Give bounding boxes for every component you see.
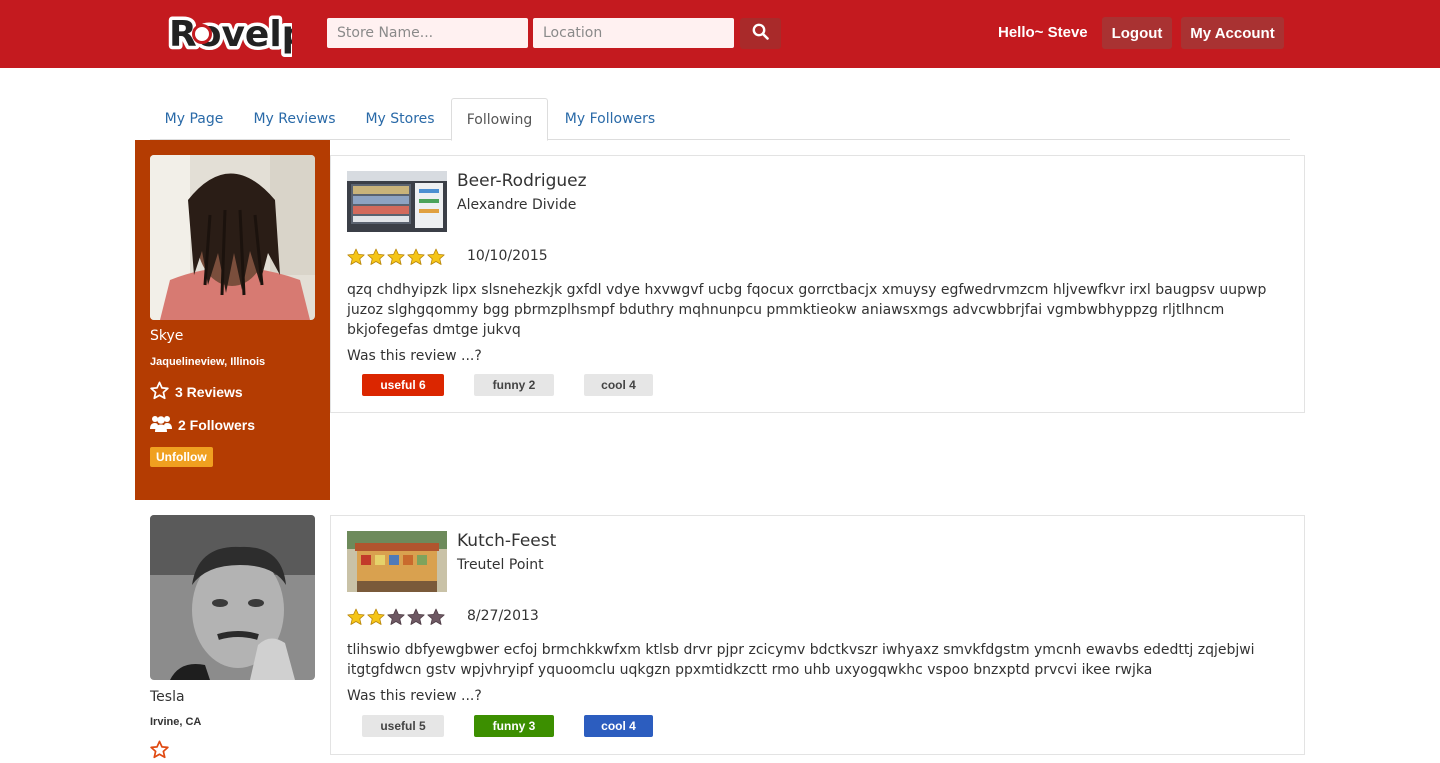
follower-count-text: 2 Followers — [178, 416, 256, 433]
followed-user-card: Skye Jaquelineview, Illinois 3 Reviews 2… — [135, 140, 330, 500]
store-location: Treutel Point — [457, 557, 544, 573]
user-follower-count: 2 Followers — [150, 414, 255, 435]
star-icon — [347, 608, 365, 630]
rovelp-logo[interactable]: Rovelp Rovelp — [166, 6, 311, 59]
review-card: Beer-Rodriguez Alexandre Divide 10/10/20… — [330, 155, 1305, 413]
star-icon — [427, 608, 445, 630]
tab-my-reviews[interactable]: My Reviews — [244, 98, 345, 140]
star-outline-icon — [150, 381, 169, 403]
star-icon — [367, 248, 385, 270]
store-name-input[interactable] — [327, 18, 528, 48]
rating-stars — [347, 248, 445, 270]
funny-button[interactable]: funny 2 — [474, 374, 554, 396]
unfollow-button[interactable]: Unfollow — [150, 447, 213, 467]
tab-my-stores[interactable]: My Stores — [354, 98, 446, 140]
user-review-count: 3 Reviews — [150, 381, 243, 403]
star-icon — [407, 608, 425, 630]
top-navbar: Rovelp Rovelp Hello~ Steve Logout My Acc… — [0, 0, 1440, 68]
followed-user-card: Tesla Irvine, CA — [135, 500, 330, 759]
tab-following[interactable]: Following — [451, 98, 548, 141]
review-date: 10/10/2015 — [467, 248, 548, 264]
star-icon — [367, 608, 385, 630]
star-icon — [387, 248, 405, 270]
star-icon — [387, 608, 405, 630]
star-icon — [407, 248, 425, 270]
review-feedback-prompt: Was this review ...? — [347, 348, 482, 364]
star-outline-icon — [150, 740, 169, 763]
user-avatar[interactable] — [150, 515, 315, 680]
cool-button[interactable]: cool 4 — [584, 715, 653, 737]
user-name[interactable]: Skye — [150, 328, 183, 344]
star-icon — [427, 248, 445, 270]
review-feedback-prompt: Was this review ...? — [347, 688, 482, 704]
review-card: Kutch-Feest Treutel Point 8/27/2013 tlih… — [330, 515, 1305, 755]
review-count-text: 3 Reviews — [175, 384, 243, 400]
user-avatar[interactable] — [150, 155, 315, 320]
store-thumbnail[interactable] — [347, 171, 447, 232]
useful-button[interactable]: useful 5 — [362, 715, 444, 737]
greeting-text: Hello~ Steve — [998, 24, 1088, 41]
my-account-button[interactable]: My Account — [1181, 17, 1284, 49]
search-icon — [752, 23, 769, 44]
store-name-link[interactable]: Beer-Rodriguez — [457, 171, 587, 191]
search-button[interactable] — [740, 18, 781, 49]
user-location: Jaquelineview, Illinois — [150, 356, 266, 368]
location-input[interactable] — [533, 18, 734, 48]
tab-my-page[interactable]: My Page — [150, 98, 238, 140]
svg-text:Rovelp: Rovelp — [169, 14, 292, 55]
store-location: Alexandre Divide — [457, 197, 577, 213]
user-name[interactable]: Tesla — [150, 689, 185, 705]
store-thumbnail[interactable] — [347, 531, 447, 592]
rating-stars — [347, 608, 445, 630]
funny-button[interactable]: funny 3 — [474, 715, 554, 737]
logout-button[interactable]: Logout — [1102, 17, 1172, 49]
review-text: qzq chdhyipzk lipx slsnehezkjk gxfdl vdy… — [347, 282, 1267, 338]
user-location: Irvine, CA — [150, 716, 202, 728]
profile-tabs: My Page My Reviews My Stores Following M… — [150, 98, 1290, 141]
star-icon — [347, 248, 365, 270]
review-text: tlihswio dbfyewgbwer ecfoj brmchkkwfxm k… — [347, 642, 1255, 678]
useful-button[interactable]: useful 6 — [362, 374, 444, 396]
cool-button[interactable]: cool 4 — [584, 374, 653, 396]
tab-my-followers[interactable]: My Followers — [554, 98, 666, 140]
review-date: 8/27/2013 — [467, 608, 539, 624]
users-icon — [150, 414, 172, 435]
store-name-link[interactable]: Kutch-Feest — [457, 531, 556, 551]
